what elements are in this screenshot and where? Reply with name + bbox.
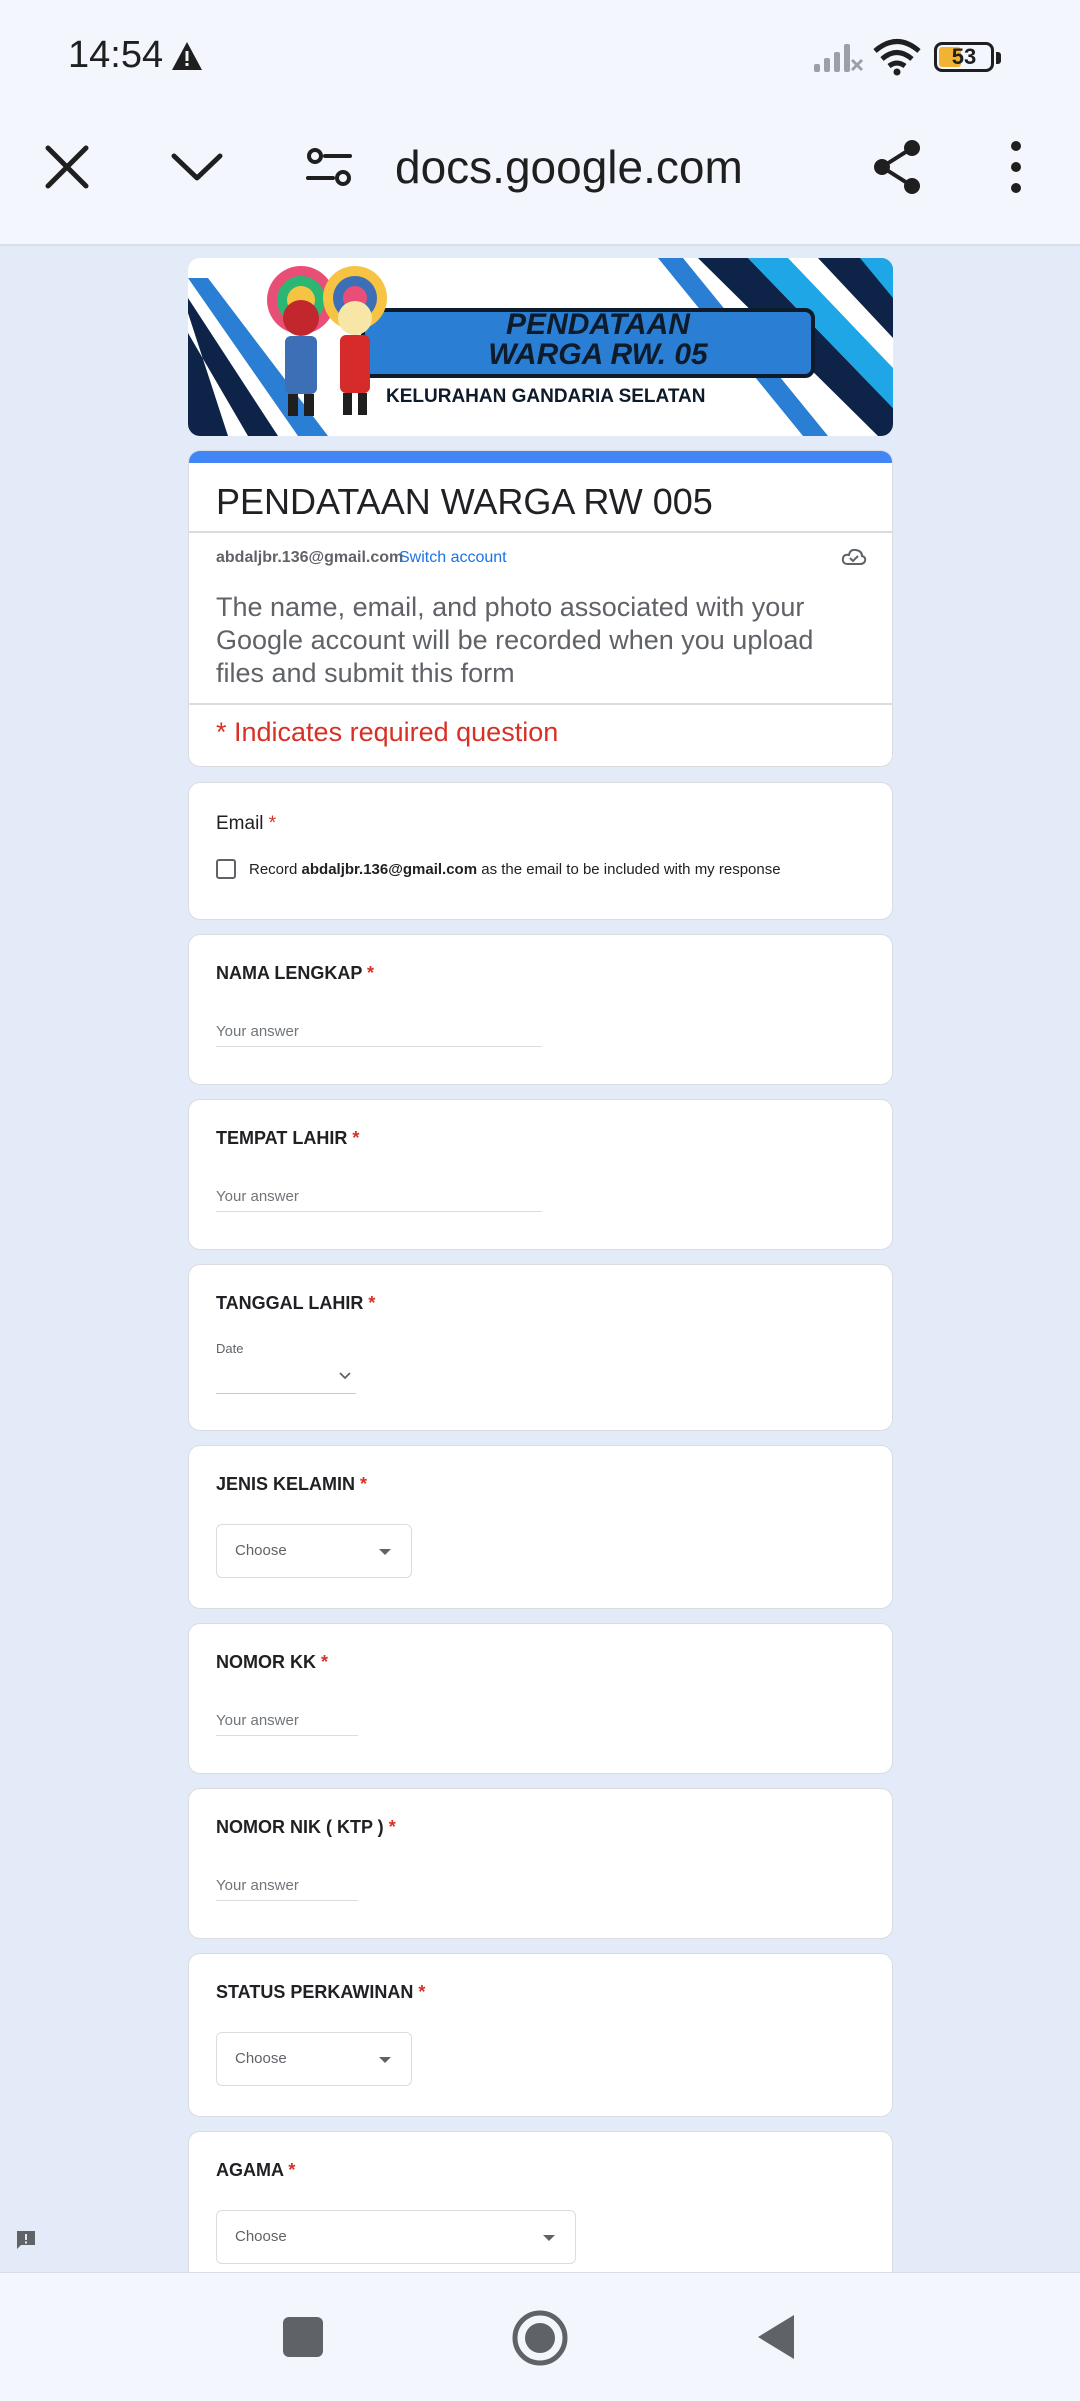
chevron-down-icon[interactable] <box>166 136 228 198</box>
select-value: Choose <box>235 2228 287 2245</box>
switch-account-link[interactable]: Switch account <box>399 549 507 567</box>
dropdown-caret-icon <box>543 2235 555 2241</box>
question-tanggal-lahir: TANGGAL LAHIR * Date <box>188 1264 893 1431</box>
answer-input[interactable]: Your answer <box>216 1712 358 1736</box>
date-label: Date <box>216 1341 244 1356</box>
recents-icon[interactable] <box>283 2317 323 2357</box>
warning-icon <box>172 42 202 70</box>
form-banner-image: PENDATAAN WARGA RW. 05 KELURAHAN GANDARI… <box>188 258 893 436</box>
divider <box>189 703 892 705</box>
home-icon[interactable] <box>511 2309 569 2367</box>
question-jenis-kelamin: JENIS KELAMIN * Choose <box>188 1445 893 1609</box>
select-value: Choose <box>235 1542 287 1559</box>
record-email-checkbox[interactable] <box>216 859 236 879</box>
status-time: 14:54 <box>68 34 164 76</box>
banner-title: PENDATAAN WARGA RW. 05 <box>488 308 708 371</box>
account-email: abdaljbr.136@gmail.com <box>216 549 404 566</box>
wifi-icon <box>873 39 921 76</box>
question-label: STATUS PERKAWINAN * <box>216 1982 426 2002</box>
signal-icon <box>814 44 864 72</box>
back-icon[interactable] <box>756 2313 796 2361</box>
required-note: * Indicates required question <box>216 717 559 747</box>
system-nav-bar <box>0 2272 1080 2401</box>
question-label: NOMOR KK * <box>216 1652 329 1672</box>
privacy-notice: The name, email, and photo associated wi… <box>216 592 814 688</box>
form-title: PENDATAAN WARGA RW 005 <box>216 481 713 522</box>
question-tempat-lahir: TEMPAT LAHIR * Your answer <box>188 1099 893 1250</box>
question-email: Email * Record abdaljbr.136@gmail.com as… <box>188 782 893 920</box>
divider <box>189 531 892 533</box>
battery-level: 53 <box>951 44 977 69</box>
cloud-icon <box>841 548 867 565</box>
feedback-icon[interactable] <box>14 2228 38 2252</box>
status-perkawinan-select[interactable]: Choose <box>216 2032 412 2086</box>
question-status-perkawinan: STATUS PERKAWINAN * Choose <box>188 1953 893 2117</box>
answer-input[interactable]: Your answer <box>216 1188 542 1212</box>
record-email-text: Record abdaljbr.136@gmail.com as the ema… <box>249 861 781 878</box>
more-vert-icon[interactable] <box>988 136 1044 198</box>
question-label: TEMPAT LAHIR * <box>216 1128 360 1148</box>
date-input[interactable] <box>216 1365 356 1394</box>
question-nomor-nik: NOMOR NIK ( KTP ) * Your answer <box>188 1788 893 1939</box>
tune-icon[interactable] <box>298 136 360 198</box>
banner-subtitle: KELURAHAN GANDARIA SELATAN <box>386 386 706 407</box>
close-icon[interactable] <box>36 136 98 198</box>
form-header-card: PENDATAAN WARGA RW 005 abdaljbr.136@gmai… <box>188 450 893 767</box>
battery-icon: 53 <box>934 42 994 72</box>
question-label: Email * <box>216 813 277 834</box>
agama-select[interactable]: Choose <box>216 2210 576 2264</box>
browser-header: 14:54 53 docs.google.com <box>0 0 1080 246</box>
chevron-down-icon <box>339 1372 351 1380</box>
question-label: AGAMA * <box>216 2160 296 2180</box>
answer-input[interactable]: Your answer <box>216 1877 358 1901</box>
jenis-kelamin-select[interactable]: Choose <box>216 1524 412 1578</box>
question-nomor-kk: NOMOR KK * Your answer <box>188 1623 893 1774</box>
question-label: NAMA LENGKAP * <box>216 963 375 983</box>
question-label: JENIS KELAMIN * <box>216 1474 368 1494</box>
select-value: Choose <box>235 2050 287 2067</box>
dropdown-caret-icon <box>379 1549 391 1555</box>
question-label: TANGGAL LAHIR * <box>216 1293 376 1313</box>
url-bar[interactable]: docs.google.com <box>395 140 743 194</box>
share-icon[interactable] <box>866 136 928 198</box>
question-nama-lengkap: NAMA LENGKAP * Your answer <box>188 934 893 1085</box>
question-label: NOMOR NIK ( KTP ) * <box>216 1817 396 1837</box>
accent-bar <box>189 451 892 463</box>
answer-input[interactable]: Your answer <box>216 1023 542 1047</box>
dropdown-caret-icon <box>379 2057 391 2063</box>
